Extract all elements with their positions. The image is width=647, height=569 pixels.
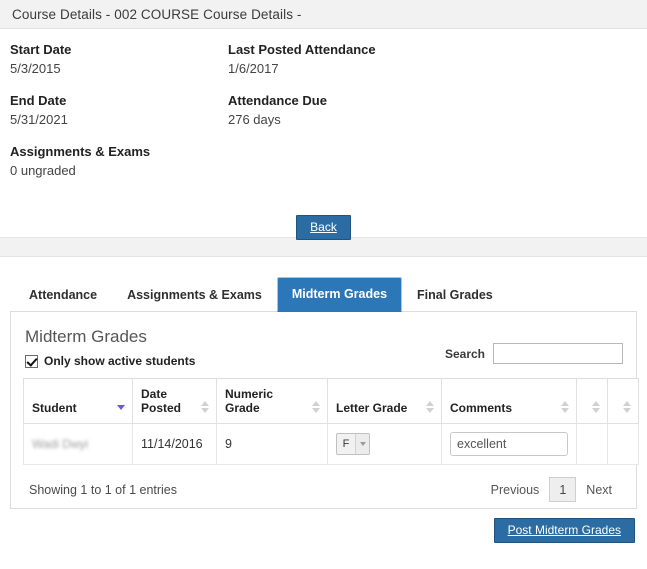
- tab-bar: Attendance Assignments & Exams Midterm G…: [0, 277, 647, 311]
- divider-gap: [0, 257, 647, 277]
- field-value: 1/6/2017: [228, 60, 376, 77]
- letter-grade-select[interactable]: F: [336, 433, 370, 455]
- summary-column-left: Start Date 5/3/2015 End Date 5/31/2021 A…: [10, 41, 150, 194]
- cell-date-posted: 11/14/2016: [133, 424, 217, 465]
- tab-final-grades[interactable]: Final Grades: [402, 278, 508, 312]
- table-header: Student Date Posted Numeric Grade Letter…: [24, 379, 639, 424]
- field-label: End Date: [10, 92, 150, 109]
- column-header-student[interactable]: Student: [24, 379, 133, 424]
- column-header-label: Student: [32, 401, 77, 415]
- letter-grade-value: F: [337, 434, 355, 454]
- sort-icon[interactable]: [201, 401, 210, 413]
- summary-column-right: Last Posted Attendance 1/6/2017 Attendan…: [228, 41, 376, 143]
- sort-descending-icon[interactable]: [117, 401, 126, 413]
- pagination-previous[interactable]: Previous: [481, 483, 550, 497]
- field-value: 0 ungraded: [10, 162, 150, 179]
- table-footer: Showing 1 to 1 of 1 entries Previous 1 N…: [23, 477, 624, 502]
- field-last-posted-attendance: Last Posted Attendance 1/6/2017: [228, 41, 376, 77]
- table-header-row: Student Date Posted Numeric Grade Letter…: [24, 379, 639, 424]
- cell-comments: [442, 424, 577, 465]
- search-label: Search: [445, 347, 485, 361]
- section-divider-band: [0, 237, 647, 257]
- field-start-date: Start Date 5/3/2015: [10, 41, 150, 77]
- field-label: Last Posted Attendance: [228, 41, 376, 58]
- chevron-down-icon: [355, 434, 369, 454]
- sort-icon[interactable]: [426, 401, 435, 413]
- entries-info: Showing 1 to 1 of 1 entries: [29, 483, 177, 497]
- cell-student: Wadi Dwyi: [24, 424, 133, 465]
- cell-extra-2: [608, 424, 639, 465]
- back-button-container: Back: [0, 215, 647, 240]
- bottom-actions-bar: Post Midterm Grades: [0, 518, 647, 543]
- field-value: 5/3/2015: [10, 60, 150, 77]
- pagination: Previous 1 Next: [481, 477, 622, 502]
- sort-icon[interactable]: [312, 401, 321, 413]
- cell-extra-1: [577, 424, 608, 465]
- field-value: 5/31/2021: [10, 111, 150, 128]
- pagination-next[interactable]: Next: [576, 483, 622, 497]
- search-area: Search: [445, 343, 623, 364]
- column-header-letter-grade[interactable]: Letter Grade: [328, 379, 442, 424]
- only-active-students-label[interactable]: Only show active students: [44, 354, 195, 368]
- student-name-redacted: Wadi Dwyi: [32, 437, 124, 451]
- pagination-page-1[interactable]: 1: [549, 477, 576, 502]
- field-label: Attendance Due: [228, 92, 376, 109]
- only-active-students-checkbox[interactable]: [25, 355, 38, 368]
- cell-numeric-grade: 9: [217, 424, 328, 465]
- sort-icon[interactable]: [592, 401, 601, 413]
- search-input[interactable]: [493, 343, 623, 364]
- column-header-extra-2[interactable]: [608, 379, 639, 424]
- field-end-date: End Date 5/31/2021: [10, 92, 150, 128]
- column-header-label: Letter Grade: [336, 401, 407, 415]
- table-row: Wadi Dwyi 11/14/2016 9 F: [24, 424, 639, 465]
- column-header-label: Comments: [450, 401, 512, 415]
- field-label: Start Date: [10, 41, 150, 58]
- field-value: 276 days: [228, 111, 376, 128]
- sort-icon[interactable]: [561, 401, 570, 413]
- tab-assignments-exams[interactable]: Assignments & Exams: [112, 278, 277, 312]
- field-attendance-due: Attendance Due 276 days: [228, 92, 376, 128]
- cell-letter-grade: F: [328, 424, 442, 465]
- column-header-extra-1[interactable]: [577, 379, 608, 424]
- sort-icon[interactable]: [623, 401, 632, 413]
- tab-midterm-grades[interactable]: Midterm Grades: [277, 277, 402, 312]
- back-button[interactable]: Back: [296, 215, 351, 240]
- table-body: Wadi Dwyi 11/14/2016 9 F: [24, 424, 639, 465]
- field-label: Assignments & Exams: [10, 143, 150, 160]
- midterm-grades-table: Student Date Posted Numeric Grade Letter…: [23, 378, 639, 465]
- tab-attendance[interactable]: Attendance: [14, 278, 112, 312]
- page-title: Course Details - 002 COURSE Course Detai…: [12, 7, 302, 22]
- course-summary-section: Start Date 5/3/2015 End Date 5/31/2021 A…: [0, 29, 647, 237]
- column-header-label: Numeric Grade: [225, 387, 273, 415]
- post-midterm-grades-button[interactable]: Post Midterm Grades: [494, 518, 635, 543]
- comments-input[interactable]: [450, 432, 568, 456]
- column-header-label: Date Posted: [141, 387, 181, 415]
- midterm-grades-panel: Midterm Grades Only show active students…: [10, 311, 637, 509]
- column-header-date-posted[interactable]: Date Posted: [133, 379, 217, 424]
- column-header-numeric-grade[interactable]: Numeric Grade: [217, 379, 328, 424]
- column-header-comments[interactable]: Comments: [442, 379, 577, 424]
- field-assignments-exams: Assignments & Exams 0 ungraded: [10, 143, 150, 179]
- window-title-bar: Course Details - 002 COURSE Course Detai…: [0, 0, 647, 29]
